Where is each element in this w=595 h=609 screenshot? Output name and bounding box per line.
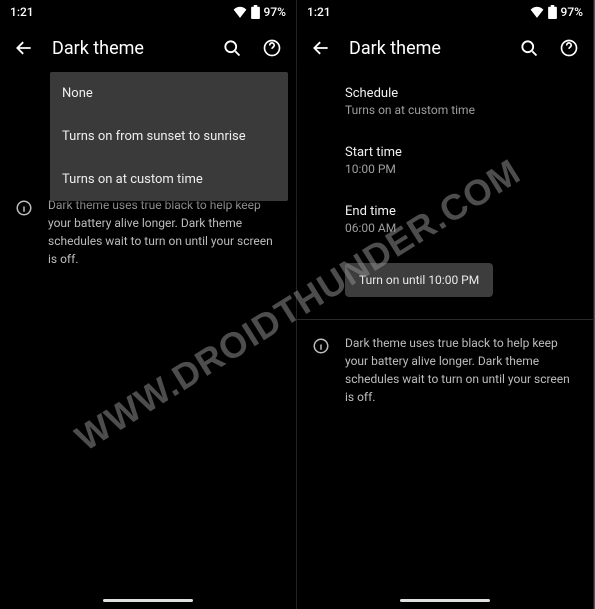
app-bar: Dark theme [297, 24, 593, 72]
setting-label: Schedule [345, 86, 575, 101]
phone-left: 1:21 97% Dark theme [0, 0, 297, 609]
nav-handle[interactable] [400, 599, 490, 602]
nav-bar [297, 591, 593, 609]
setting-end-time[interactable]: End time 06:00 AM [297, 190, 593, 249]
back-icon[interactable] [309, 36, 333, 60]
nav-bar [0, 591, 296, 609]
turn-on-until-button[interactable]: Turn on until 10:00 PM [345, 263, 493, 297]
search-icon[interactable] [220, 36, 244, 60]
setting-schedule[interactable]: Schedule Turns on at custom time [297, 72, 593, 131]
setting-value: 06:00 AM [345, 221, 575, 235]
info-icon [311, 336, 331, 356]
setting-value: Turns on at custom time [345, 103, 575, 117]
help-icon[interactable] [260, 36, 284, 60]
schedule-popup: None Turns on from sunset to sunrise Tur… [50, 72, 288, 201]
wifi-icon [530, 6, 544, 18]
popup-option-none[interactable]: None [50, 72, 288, 115]
info-icon [14, 198, 34, 218]
back-icon[interactable] [12, 36, 36, 60]
setting-start-time[interactable]: Start time 10:00 PM [297, 131, 593, 190]
status-bar: 1:21 97% [297, 0, 593, 24]
status-bar: 1:21 97% [0, 0, 296, 24]
app-bar: Dark theme [0, 24, 296, 72]
status-time: 1:21 [307, 5, 331, 19]
status-battery: 97% [264, 5, 286, 19]
setting-value: 10:00 PM [345, 162, 575, 176]
wifi-icon [233, 6, 247, 18]
info-text: Dark theme uses true black to help keep … [345, 334, 577, 406]
page-title: Dark theme [349, 38, 501, 59]
popup-option-sunset[interactable]: Turns on from sunset to sunrise [50, 115, 288, 158]
setting-label: Start time [345, 145, 575, 160]
setting-label: End time [345, 204, 575, 219]
phone-right: 1:21 97% Dark theme [297, 0, 594, 609]
battery-icon [548, 5, 557, 19]
page-title: Dark theme [52, 38, 204, 59]
info-text: Dark theme uses true black to help keep … [48, 196, 280, 268]
battery-icon [251, 5, 260, 19]
nav-handle[interactable] [103, 599, 193, 602]
help-icon[interactable] [557, 36, 581, 60]
status-battery: 97% [561, 5, 583, 19]
info-row: Dark theme uses true black to help keep … [297, 320, 593, 420]
status-time: 1:21 [10, 5, 34, 19]
popup-option-custom[interactable]: Turns on at custom time [50, 158, 288, 201]
search-icon[interactable] [517, 36, 541, 60]
